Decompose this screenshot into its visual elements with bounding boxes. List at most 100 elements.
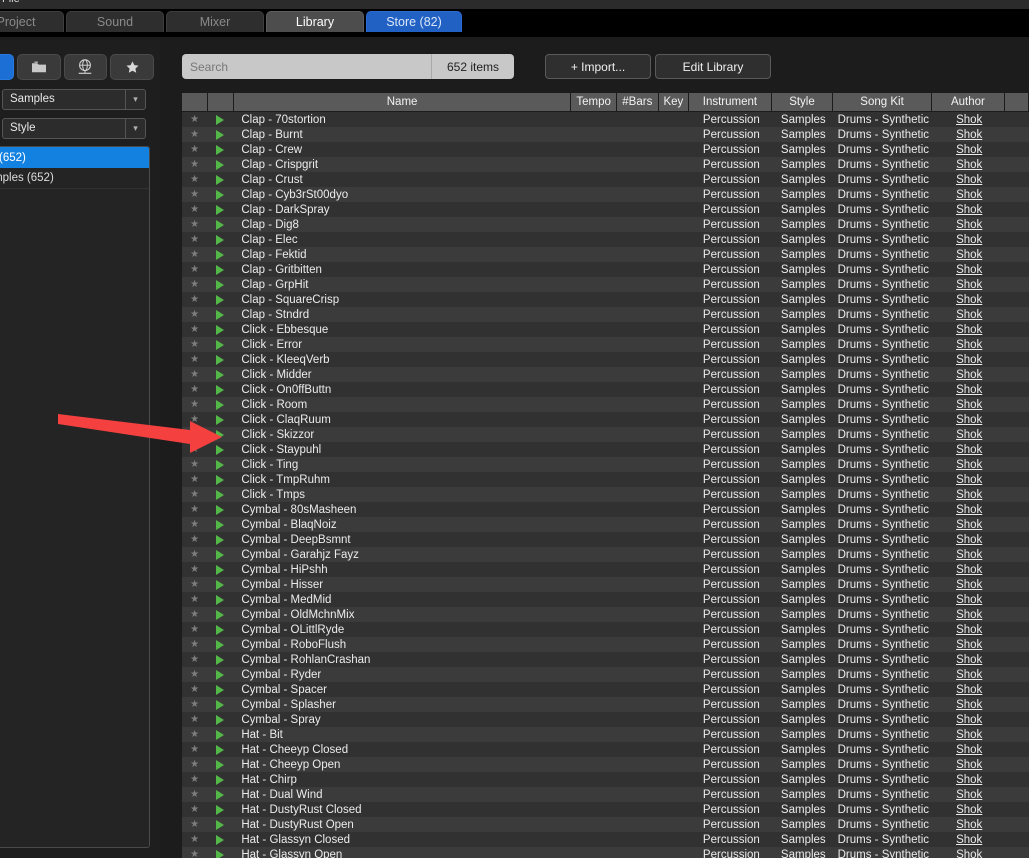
play-icon[interactable] <box>207 442 232 457</box>
globe-icon-button[interactable] <box>63 54 108 80</box>
table-row[interactable]: ★ Hat - Chirp Percussion Samples Drums - Syn… <box>182 772 1029 787</box>
favorite-star-icon[interactable]: ★ <box>182 232 207 247</box>
play-icon[interactable] <box>207 112 232 127</box>
play-icon[interactable] <box>207 322 232 337</box>
table-row[interactable]: ★ Cymbal - Spacer Percussion Samples Drums -… <box>182 682 1029 697</box>
table-row[interactable]: ★ Hat - Glassyn Open Percussion Samples Drum… <box>182 847 1029 858</box>
play-icon[interactable] <box>207 292 232 307</box>
play-icon[interactable] <box>207 502 232 517</box>
folder-icon-button[interactable] <box>16 54 61 80</box>
table-row[interactable]: ★ Clap - Dig8 Percussion Samples Drums - Syn… <box>182 217 1029 232</box>
favorite-star-icon[interactable]: ★ <box>182 487 207 502</box>
table-row[interactable]: ★ Cymbal - Hisser Percussion Samples Drums -… <box>182 577 1029 592</box>
tab-library[interactable]: Library <box>266 11 364 32</box>
play-icon[interactable] <box>207 697 232 712</box>
table-row[interactable]: ★ Hat - Cheeyp Open Percussion Samples Drums… <box>182 757 1029 772</box>
favorite-star-icon[interactable]: ★ <box>182 322 207 337</box>
search-input[interactable] <box>182 54 432 79</box>
favorite-star-icon[interactable]: ★ <box>182 397 207 412</box>
table-row[interactable]: ★ Clap - Cyb3rSt00dyo Percussion Samples Dru… <box>182 187 1029 202</box>
play-icon[interactable] <box>207 577 232 592</box>
play-icon[interactable] <box>207 757 232 772</box>
favorite-star-icon[interactable]: ★ <box>182 652 207 667</box>
play-icon[interactable] <box>207 637 232 652</box>
play-icon[interactable] <box>207 802 232 817</box>
tab-sound[interactable]: Sound <box>66 11 164 32</box>
favorite-star-icon[interactable]: ★ <box>182 577 207 592</box>
column-header-author[interactable]: Author <box>931 93 1004 111</box>
favorite-star-icon[interactable]: ★ <box>182 307 207 322</box>
play-icon[interactable] <box>207 367 232 382</box>
import-button[interactable]: + Import... <box>545 54 651 79</box>
favorite-star-icon[interactable]: ★ <box>182 442 207 457</box>
play-icon[interactable] <box>207 622 232 637</box>
favorite-star-icon[interactable]: ★ <box>182 427 207 442</box>
favorite-star-icon[interactable]: ★ <box>182 817 207 832</box>
tab-project[interactable]: Project <box>0 11 64 32</box>
table-row[interactable]: ★ Cymbal - OldMchnMix Percussion Samples Dru… <box>182 607 1029 622</box>
play-icon[interactable] <box>207 277 232 292</box>
table-row[interactable]: ★ Click - TmpRuhm Percussion Samples Drums -… <box>182 472 1029 487</box>
table-row[interactable]: ★ Cymbal - MedMid Percussion Samples Drums -… <box>182 592 1029 607</box>
table-row[interactable]: ★ Cymbal - RoboFlush Percussion Samples Drum… <box>182 637 1029 652</box>
favorite-star-icon[interactable]: ★ <box>182 292 207 307</box>
play-icon[interactable] <box>207 592 232 607</box>
table-row[interactable]: ★ Clap - Gritbitten Percussion Samples Drums… <box>182 262 1029 277</box>
play-icon[interactable] <box>207 832 232 847</box>
favorite-star-icon[interactable]: ★ <box>182 187 207 202</box>
table-row[interactable]: ★ Hat - Dual Wind Percussion Samples Drums -… <box>182 787 1029 802</box>
favorite-star-icon[interactable]: ★ <box>182 667 207 682</box>
play-icon[interactable] <box>207 652 232 667</box>
favorite-star-icon[interactable]: ★ <box>182 142 207 157</box>
column-header-play[interactable] <box>207 93 233 111</box>
table-row[interactable]: ★ Cymbal - RohlanCrashan Percussion Samples… <box>182 652 1029 667</box>
play-icon[interactable] <box>207 412 232 427</box>
column-header-bars[interactable]: #Bars <box>616 93 658 111</box>
play-icon[interactable] <box>207 187 232 202</box>
table-row[interactable]: ★ Clap - 70stortion Percussion Samples Drums… <box>182 112 1029 127</box>
table-row[interactable]: ★ Click - Room Percussion Samples Drums - Sy… <box>182 397 1029 412</box>
play-icon[interactable] <box>207 397 232 412</box>
table-row[interactable]: ★ Clap - DarkSpray Percussion Samples Drums … <box>182 202 1029 217</box>
favorite-star-icon[interactable]: ★ <box>182 562 207 577</box>
favorite-star-icon[interactable]: ★ <box>182 607 207 622</box>
table-row[interactable]: ★ Click - Skizzor Percussion Samples Drums -… <box>182 427 1029 442</box>
table-row[interactable]: ★ Clap - Crew Percussion Samples Drums - Syn… <box>182 142 1029 157</box>
play-icon[interactable] <box>207 682 232 697</box>
play-icon[interactable] <box>207 742 232 757</box>
table-row[interactable]: ★ Click - Midder Percussion Samples Drums - … <box>182 367 1029 382</box>
favorite-star-icon[interactable]: ★ <box>182 712 207 727</box>
library-select[interactable]: Samples ▾ <box>2 88 146 110</box>
favorite-star-icon[interactable]: ★ <box>182 247 207 262</box>
sidebar-item-samples[interactable]: Samples (652) <box>0 168 149 189</box>
favorite-star-icon[interactable]: ★ <box>182 262 207 277</box>
favorite-star-icon[interactable]: ★ <box>182 592 207 607</box>
favorite-star-icon[interactable]: ★ <box>182 457 207 472</box>
favorite-star-icon[interactable]: ★ <box>182 802 207 817</box>
favorite-star-icon[interactable]: ★ <box>182 472 207 487</box>
favorite-star-icon[interactable]: ★ <box>182 517 207 532</box>
table-row[interactable]: ★ Cymbal - Spray Percussion Samples Drums - … <box>182 712 1029 727</box>
favorite-star-icon[interactable]: ★ <box>182 367 207 382</box>
favorite-star-icon[interactable]: ★ <box>182 532 207 547</box>
favorite-star-icon[interactable]: ★ <box>182 772 207 787</box>
table-row[interactable]: ★ Clap - Stndrd Percussion Samples Drums - S… <box>182 307 1029 322</box>
table-row[interactable]: ★ Hat - DustyRust Open Percussion Samples Dr… <box>182 817 1029 832</box>
play-icon[interactable] <box>207 847 232 858</box>
play-icon[interactable] <box>207 157 232 172</box>
table-row[interactable]: ★ Cymbal - Garahjz Fayz Percussion Samples D… <box>182 547 1029 562</box>
play-icon[interactable] <box>207 172 232 187</box>
table-row[interactable]: ★ Click - Error Percussion Samples Drums - S… <box>182 337 1029 352</box>
table-row[interactable]: ★ Clap - Fektid Percussion Samples Drums - S… <box>182 247 1029 262</box>
favorite-star-icon[interactable]: ★ <box>182 112 207 127</box>
favorites-icon-button[interactable] <box>110 54 154 80</box>
tab-store[interactable]: Store (82) <box>366 11 462 32</box>
play-icon[interactable] <box>207 487 232 502</box>
favorite-star-icon[interactable]: ★ <box>182 637 207 652</box>
favorite-star-icon[interactable]: ★ <box>182 547 207 562</box>
column-header-instr[interactable]: Instrument <box>689 93 771 111</box>
favorite-star-icon[interactable]: ★ <box>182 682 207 697</box>
table-row[interactable]: ★ Hat - Glassyn Closed Percussion Samples Dr… <box>182 832 1029 847</box>
play-icon[interactable] <box>207 472 232 487</box>
favorite-star-icon[interactable]: ★ <box>182 217 207 232</box>
